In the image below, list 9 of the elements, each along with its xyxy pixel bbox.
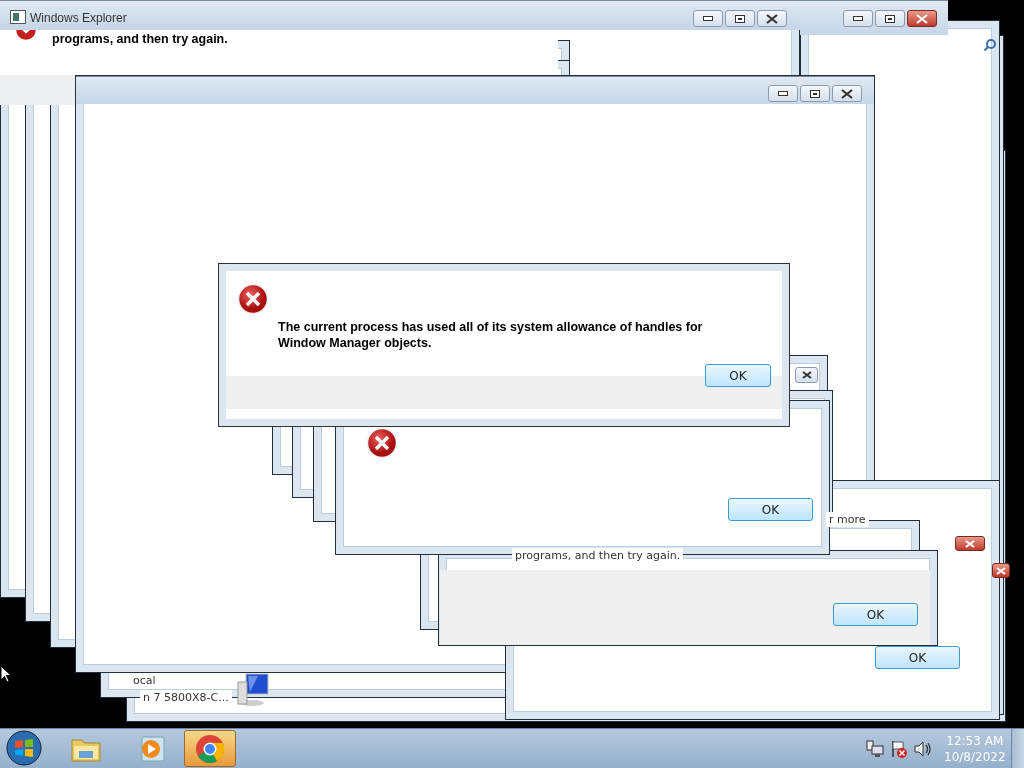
error-message: The current process has used all of its system allowance of handles for Window Manager objects. <box>278 319 704 351</box>
ok-button[interactable]: OK <box>728 498 813 521</box>
text-fragment: programs, and then try again. <box>512 548 684 563</box>
error-message: programs, and then try again. <box>52 32 228 46</box>
ok-button[interactable]: OK <box>833 603 918 626</box>
ok-button[interactable]: OK <box>875 646 960 669</box>
window-title: Windows Explorer <box>30 11 127 25</box>
text-fragment: r more <box>826 512 869 527</box>
ok-button[interactable]: OK <box>705 364 771 387</box>
